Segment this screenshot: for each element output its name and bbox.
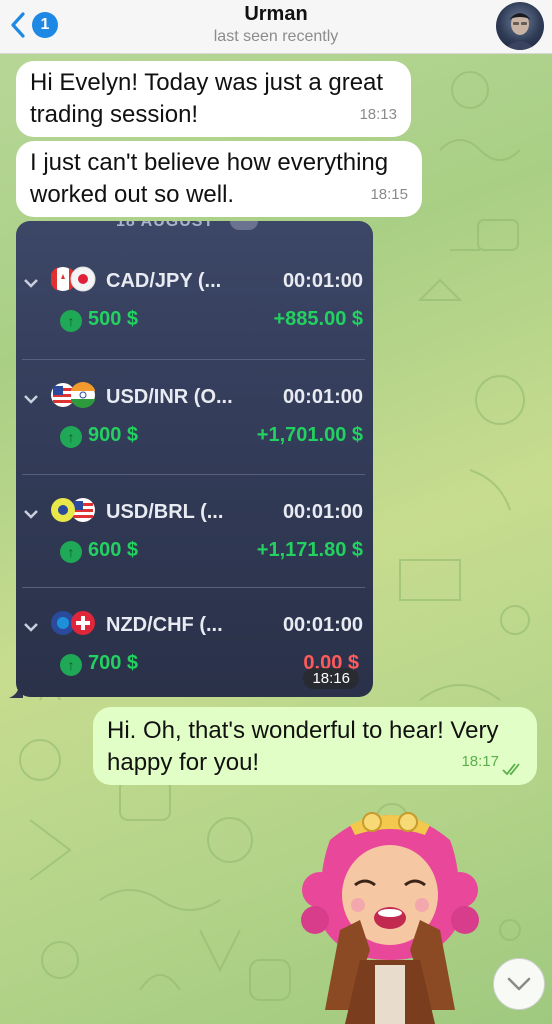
japan-flag-icon [70,266,96,292]
chevron-down-icon [24,395,38,404]
trade-amount: 500 $ [88,308,139,330]
trade-row[interactable]: USD/INR (O... 00:01:00 ↑ 900 $ +1,701.00… [16,382,373,498]
trade-profit: +1,701.00 $ [256,424,363,446]
chevron-down-icon [24,510,38,519]
currency-pair: NZD/CHF (... [106,614,223,636]
double-check-icon [502,763,520,776]
trading-screenshot-image[interactable]: 18 AUGUST CAD/JPY (... 00:01:00 ↑ 500 $ … [16,221,373,697]
girl-sticker[interactable] [300,800,480,1024]
trade-row[interactable]: USD/BRL (... 00:01:00 ↑ 600 $ +1,171.80 … [16,497,373,613]
trade-profit: +1,171.80 $ [256,539,363,561]
trade-duration: 00:01:00 [282,614,363,636]
message-text: I just can't believe how everything work… [30,149,389,208]
swiss-flag-icon [71,611,95,635]
trade-amount: 600 $ [88,539,139,561]
trade-date-header: 18 AUGUST [116,221,215,230]
outgoing-message[interactable]: Hi. Oh, that's wonderful to hear! Very h… [93,707,537,785]
currency-pair: USD/INR (O... [106,386,233,408]
trade-row[interactable]: CAD/JPY (... 00:01:00 ↑ 500 $ +885.00 $ [16,266,373,382]
message-time: 18:16 [303,668,359,689]
chat-title[interactable]: Urman [0,3,552,26]
chat-header: 1 Urman last seen recently [0,0,552,54]
trade-duration: 00:01:00 [282,270,363,292]
message-text: Hi. Oh, that's wonderful to hear! Very h… [107,717,499,776]
last-seen-status: last seen recently [213,28,339,45]
arrow-up-icon: ↑ [60,426,82,448]
chevron-down-icon [507,977,531,991]
currency-pair: USD/BRL (... [106,501,224,523]
date-pill [230,221,258,230]
arrow-up-icon: ↑ [60,654,82,676]
message-time: 18:15 [370,186,408,203]
arrow-up-icon: ↑ [60,310,82,332]
trade-amount: 700 $ [88,652,139,674]
chevron-down-icon [24,279,38,288]
trade-duration: 00:01:00 [282,501,363,523]
trade-profit: +885.00 $ [273,308,363,330]
avatar-portrait-icon [504,13,536,50]
chevron-down-icon [24,623,38,632]
trade-amount: 900 $ [88,424,139,446]
message-text: Hi Evelyn! Today was just a great tradin… [30,69,384,128]
trade-duration: 00:01:00 [282,386,363,408]
scroll-to-bottom-button[interactable] [493,958,545,1010]
india-flag-icon [71,382,95,408]
trade-divider [22,587,365,588]
trade-divider [22,474,365,475]
contact-avatar[interactable] [496,2,544,50]
brazil-flag-icon [51,498,75,522]
message-time: 18:13 [359,106,397,123]
incoming-message[interactable]: Hi Evelyn! Today was just a great tradin… [16,61,411,137]
message-time: 18:17 [461,753,499,770]
trade-divider [22,359,365,360]
currency-pair: CAD/JPY (... [106,270,222,292]
arrow-up-icon: ↑ [60,541,82,563]
incoming-message[interactable]: I just can't believe how everything work… [16,141,422,217]
